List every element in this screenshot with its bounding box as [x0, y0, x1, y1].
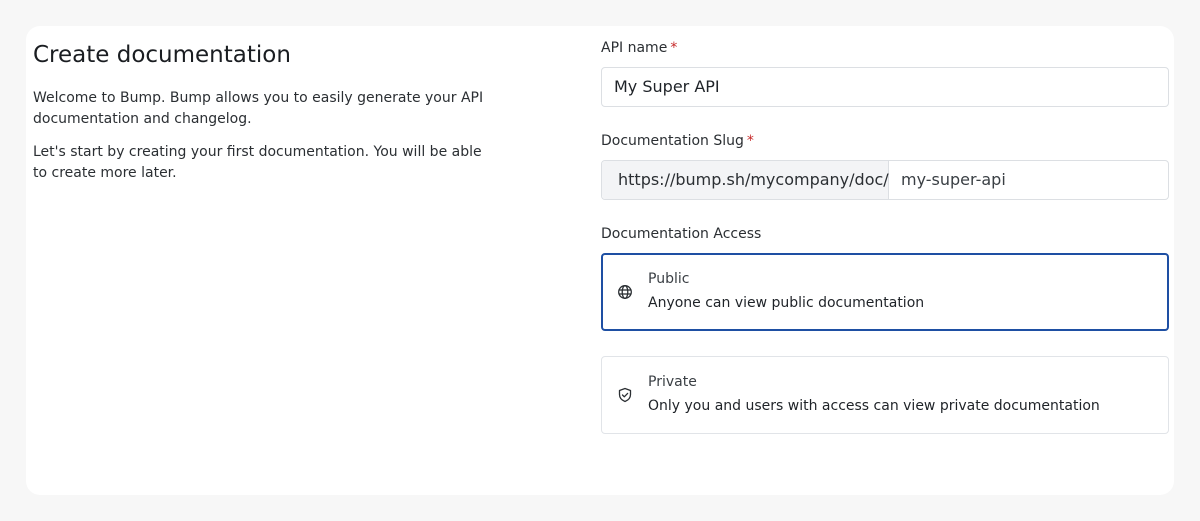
intro-paragraph-welcome: Welcome to Bump. Bump allows you to easi…: [33, 90, 484, 127]
access-option-description: Only you and users with access can view …: [648, 398, 1100, 414]
shield-check-icon: [618, 387, 632, 403]
slug-url-prefix-text: https://bump.sh/mycompany/doc/: [618, 170, 889, 189]
slug-field: https://bump.sh/mycompany/doc/ my-super-…: [601, 160, 1169, 200]
required-mark: *: [746, 133, 754, 149]
create-documentation-card: Create documentation Welcome to Bump. Bu…: [26, 26, 1174, 495]
intro-paragraph-start: Let's start by creating your first docum…: [33, 144, 482, 181]
access-option-public[interactable]: Public Anyone can view public documentat…: [601, 253, 1169, 331]
access-label: Documentation Access: [601, 226, 762, 242]
intro-panel: Create documentation Welcome to Bump. Bu…: [33, 40, 493, 184]
access-option-title: Public: [648, 271, 690, 287]
slug-url-prefix: https://bump.sh/mycompany/doc/: [602, 161, 889, 199]
page-title: Create documentation: [33, 42, 291, 68]
api-name-label: API name *: [601, 39, 677, 57]
slug-input[interactable]: my-super-api: [901, 161, 1006, 199]
access-option-title: Private: [648, 374, 697, 390]
slug-label: Documentation Slug *: [601, 132, 754, 150]
api-name-label-text: API name: [601, 40, 668, 56]
api-name-input[interactable]: My Super API: [601, 67, 1169, 107]
slug-label-text: Documentation Slug: [601, 133, 744, 149]
access-option-description: Anyone can view public documentation: [648, 295, 925, 311]
api-name-value: My Super API: [614, 77, 720, 96]
globe-icon: [618, 285, 632, 299]
access-option-private[interactable]: Private Only you and users with access c…: [601, 356, 1169, 434]
required-mark: *: [670, 40, 678, 56]
